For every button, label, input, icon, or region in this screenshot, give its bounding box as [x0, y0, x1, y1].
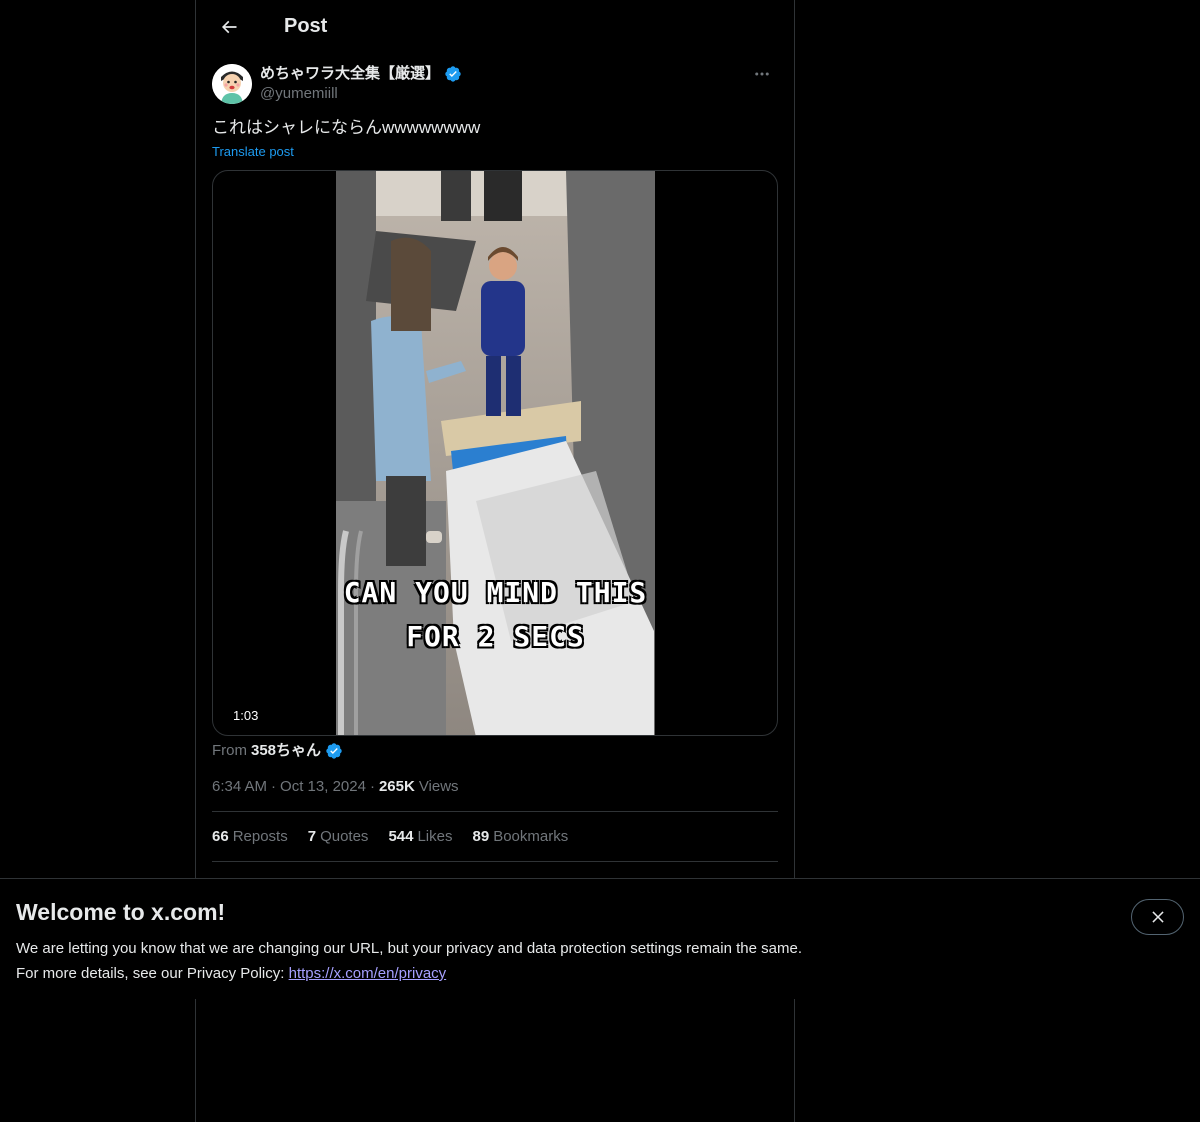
post-author: めちゃワラ大全集【厳選】 @yumemiill	[196, 53, 794, 104]
privacy-policy-link[interactable]: https://x.com/en/privacy	[289, 965, 447, 982]
verified-badge-icon	[326, 743, 342, 759]
stat-reposts[interactable]: 66 Reposts	[212, 828, 288, 845]
author-meta: めちゃワラ大全集【厳選】 @yumemiill	[260, 64, 462, 104]
video-caption-line1: CAN YOU MIND THIS	[343, 576, 648, 609]
header: Post	[196, 0, 794, 53]
views-count: 265K	[378, 778, 415, 795]
author-name-line: めちゃワラ大全集【厳選】	[260, 64, 462, 84]
from-label: From	[212, 742, 247, 759]
avatar-image	[212, 64, 252, 104]
post-metadata: 6:34 AM · Oct 13, 2024 · 265K Views	[212, 762, 778, 812]
post-stats: 66 Reposts 7 Quotes 544 Likes 89 Bookmarks	[212, 812, 778, 862]
back-arrow-icon	[221, 20, 237, 33]
from-attribution: From 358ちゃん	[196, 736, 794, 762]
more-button[interactable]	[746, 61, 778, 87]
author-name[interactable]: めちゃワラ大全集【厳選】	[260, 64, 440, 84]
video-duration: 1:03	[225, 706, 267, 725]
avatar[interactable]	[212, 64, 252, 104]
banner-text-line2: For more details, see our Privacy Policy…	[16, 961, 1184, 986]
separator: ·	[369, 778, 375, 795]
post-text: これはシャレにならんwwwwwwww	[212, 118, 481, 137]
verified-badge-icon	[445, 66, 461, 82]
author-handle[interactable]: @yumemiill	[260, 84, 462, 104]
welcome-banner: Welcome to x.com! We are letting you kno…	[0, 878, 1200, 999]
video-caption: CAN YOU MIND THIS FOR 2 SECS	[336, 571, 655, 659]
post-date[interactable]: Oct 13, 2024	[280, 778, 366, 795]
close-icon	[1151, 911, 1164, 923]
stat-quotes[interactable]: 7 Quotes	[308, 828, 369, 845]
stat-likes[interactable]: 544 Likes	[388, 828, 452, 845]
stat-bookmarks[interactable]: 89 Bookmarks	[473, 828, 569, 845]
video-frame: CAN YOU MIND THIS FOR 2 SECS	[336, 171, 655, 735]
views-label: Views	[418, 778, 459, 795]
banner-text-line1: We are letting you know that we are chan…	[16, 940, 802, 957]
from-author-name[interactable]: 358ちゃん	[251, 740, 321, 762]
post-time[interactable]: 6:34 AM	[212, 778, 267, 795]
more-icon	[755, 72, 769, 76]
banner-text-prefix: For more details, see our Privacy Policy…	[16, 965, 285, 982]
back-button[interactable]	[212, 10, 246, 44]
post-video[interactable]: CAN YOU MIND THIS FOR 2 SECS 1:03	[212, 170, 778, 736]
banner-close-button[interactable]	[1131, 899, 1184, 935]
video-caption-line2: FOR 2 SECS	[406, 620, 585, 653]
translate-post-link[interactable]: Translate post	[196, 142, 794, 162]
separator: ·	[271, 778, 277, 795]
banner-title: Welcome to x.com!	[16, 899, 226, 925]
page-title: Post	[284, 15, 328, 37]
